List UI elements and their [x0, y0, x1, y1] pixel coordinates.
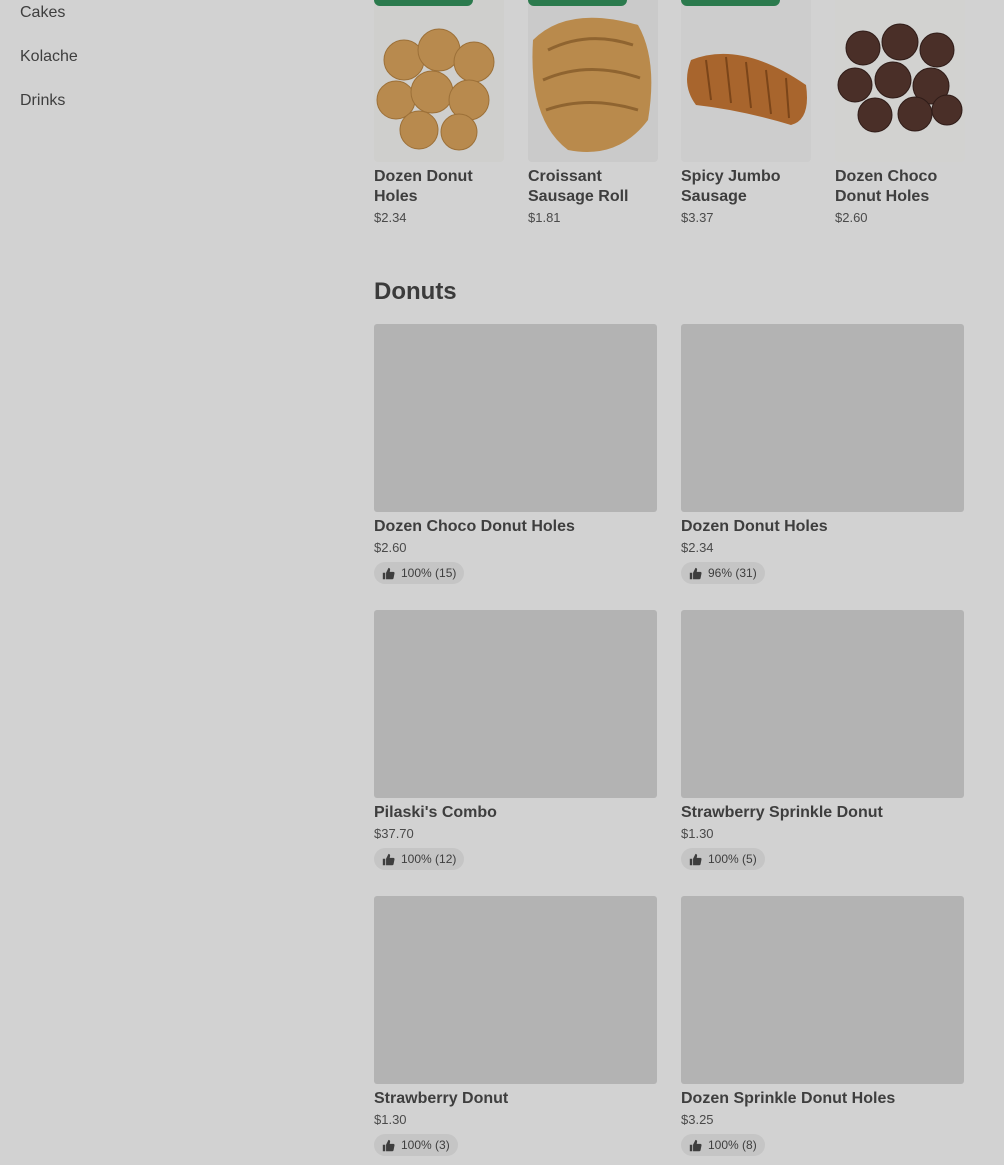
- item-image-placeholder: [374, 896, 657, 1084]
- featured-item-title: Spicy Jumbo Sausage: [681, 168, 781, 205]
- sidebar-item-cakes[interactable]: Cakes: [20, 3, 65, 23]
- rating-text: 96% (31): [708, 566, 757, 580]
- featured-item-title: Croissant Sausage Roll: [528, 168, 629, 205]
- featured-item-price: $1.81: [528, 210, 561, 225]
- item-price: $3.25: [681, 1112, 714, 1127]
- thumbs-up-icon: [382, 853, 395, 865]
- sidebar-item-drinks[interactable]: Drinks: [20, 91, 65, 111]
- menu-item-card[interactable]: Dozen Choco Donut Holes $2.60 100% (15): [374, 324, 657, 585]
- choco-donut-holes-image: [835, 0, 965, 162]
- menu-item-card[interactable]: Strawberry Sprinkle Donut $1.30 100% (5): [681, 610, 964, 871]
- featured-item-price: $2.60: [835, 210, 868, 225]
- popular-tag: [528, 0, 627, 6]
- featured-item-card[interactable]: Croissant Sausage Roll $1.81: [528, 0, 658, 226]
- item-title: Pilaski's Combo: [374, 804, 497, 821]
- item-title: Dozen Donut Holes: [681, 518, 828, 535]
- item-image-placeholder: [374, 324, 657, 512]
- rating-text: 100% (3): [401, 1138, 450, 1152]
- rating-badge: 100% (5): [681, 848, 765, 870]
- rating-badge: 100% (3): [374, 1134, 458, 1156]
- rating-badge: 96% (31): [681, 562, 765, 584]
- thumbs-up-icon: [382, 567, 395, 579]
- item-title: Strawberry Sprinkle Donut: [681, 804, 883, 821]
- rating-badge: 100% (8): [681, 1134, 765, 1156]
- rating-text: 100% (15): [401, 566, 457, 580]
- rating-badge: 100% (15): [374, 562, 465, 584]
- section-title-donuts: Donuts: [374, 278, 457, 305]
- rating-text: 100% (8): [708, 1138, 757, 1152]
- menu-item-card[interactable]: Dozen Sprinkle Donut Holes $3.25 100% (8…: [681, 896, 964, 1157]
- menu-item-card[interactable]: Pilaski's Combo $37.70 100% (12): [374, 610, 657, 871]
- featured-item-card[interactable]: Dozen Choco Donut Holes $2.60: [835, 0, 965, 226]
- item-image-placeholder: [374, 610, 657, 798]
- item-image-placeholder: [681, 896, 964, 1084]
- featured-item-price: $3.37: [681, 210, 714, 225]
- sidebar-item-kolache[interactable]: Kolache: [20, 47, 78, 67]
- thumbs-up-icon: [689, 567, 702, 579]
- item-price: $37.70: [374, 826, 414, 841]
- croissant-image: [528, 0, 658, 162]
- thumbs-up-icon: [689, 853, 702, 865]
- featured-item-title: Dozen Donut Holes: [374, 168, 473, 205]
- popular-tag: [681, 0, 780, 6]
- featured-items-carousel: Dozen Donut Holes $2.34 Croissant Sausage …: [374, 0, 965, 240]
- featured-item-card[interactable]: Spicy Jumbo Sausage $3.37: [681, 0, 811, 226]
- featured-item-price: $2.34: [374, 210, 407, 225]
- rating-text: 100% (12): [401, 852, 457, 866]
- item-price: $1.30: [374, 1112, 407, 1127]
- item-title: Dozen Sprinkle Donut Holes: [681, 1090, 896, 1107]
- item-image-placeholder: [681, 324, 964, 512]
- rating-badge: 100% (12): [374, 848, 465, 870]
- rating-text: 100% (5): [708, 852, 757, 866]
- thumbs-up-icon: [382, 1139, 395, 1151]
- item-price: $1.30: [681, 826, 714, 841]
- featured-item-title: Dozen Choco Donut Holes: [835, 168, 938, 205]
- thumbs-up-icon: [689, 1139, 702, 1151]
- item-price: $2.60: [374, 540, 407, 555]
- menu-item-card[interactable]: Strawberry Donut $1.30 100% (3): [374, 896, 657, 1157]
- featured-item-card[interactable]: Dozen Donut Holes $2.34: [374, 0, 504, 226]
- menu-item-card[interactable]: Dozen Donut Holes $2.34 96% (31): [681, 324, 964, 585]
- popular-tag: [374, 0, 473, 6]
- item-title: Strawberry Donut: [374, 1090, 509, 1107]
- donut-holes-image: [374, 0, 504, 162]
- item-title: Dozen Choco Donut Holes: [374, 518, 575, 535]
- item-price: $2.34: [681, 540, 714, 555]
- item-image-placeholder: [681, 610, 964, 798]
- sausage-roll-image: [681, 0, 811, 162]
